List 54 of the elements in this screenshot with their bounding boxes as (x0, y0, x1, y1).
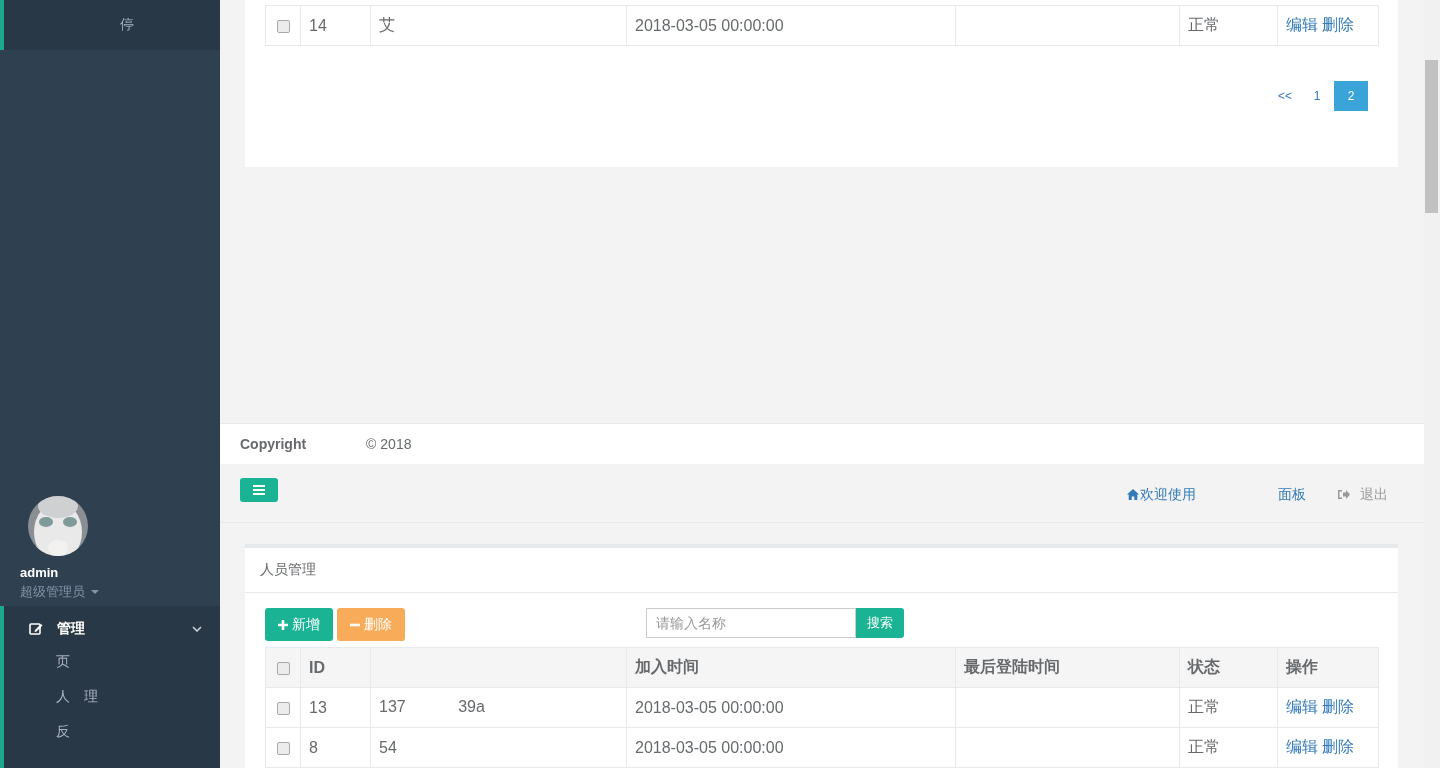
action-link[interactable]: 编辑 (1286, 738, 1318, 755)
user-name: admin (20, 565, 59, 581)
home-icon (1127, 489, 1139, 501)
table-cell: 正常 (1188, 738, 1220, 755)
action-link[interactable]: 删除 (1322, 698, 1354, 715)
panel-title: 人员管理 (260, 561, 316, 579)
chevron-icon (192, 626, 202, 632)
plus-icon (278, 619, 288, 630)
caret-icon (91, 590, 99, 594)
table-cell: 54 (379, 738, 397, 756)
sidebar-item[interactable]: 停 (0, 0, 220, 50)
table-cell: 2018-03-05 00:00:00 (635, 698, 784, 716)
table-cell: 137 39a (379, 698, 485, 715)
table-cell: 2018-03-05 00:00:00 (635, 16, 784, 34)
add-button[interactable]: 新增 (265, 608, 333, 641)
copyright-year: © 2018 (366, 436, 412, 452)
table-cell: 8 (309, 738, 318, 756)
search-field[interactable]: 请输入名称 (646, 608, 856, 638)
column-header: ID (309, 658, 325, 676)
table-cell: 正常 (1188, 698, 1220, 715)
action-link[interactable]: 删除 (1322, 16, 1354, 33)
copyright-text: Copyright (240, 436, 307, 452)
column-header: 操作 (1286, 658, 1318, 675)
menu-button[interactable] (240, 477, 278, 502)
column-header: 加入时间 (635, 658, 699, 675)
column-header: 最后登陆时间 (964, 658, 1060, 675)
logout-link[interactable]: 退出 (1338, 485, 1388, 504)
action-link[interactable]: 编辑 (1286, 16, 1318, 33)
search-button[interactable]: 搜索 (856, 608, 904, 638)
checkbox[interactable] (276, 741, 290, 755)
welcome-link[interactable]: 欢迎使用 面板 (1127, 485, 1306, 504)
sign-out-icon (1338, 489, 1350, 501)
edit-icon (29, 622, 43, 636)
menu-subitem[interactable]: 反 (4, 714, 70, 749)
menu-icon (253, 484, 265, 495)
table-cell: 正常 (1188, 16, 1220, 33)
page-link[interactable]: << (1270, 81, 1300, 111)
table-cell: 艾 (379, 16, 395, 33)
table-cell: 13 (309, 698, 327, 716)
page-link[interactable]: 2 (1334, 81, 1368, 111)
menu-subitem[interactable]: 人 理 (4, 679, 98, 714)
checkbox[interactable] (276, 661, 290, 675)
checkbox[interactable] (276, 19, 290, 33)
action-link[interactable]: 编辑 (1286, 698, 1318, 715)
table-cell: 14 (309, 16, 327, 34)
scrollbar-thumb[interactable] (1425, 60, 1438, 213)
checkbox[interactable] (276, 701, 290, 715)
menu-subitem[interactable]: 页 (4, 644, 70, 679)
table-cell: 2018-03-05 00:00:00 (635, 738, 784, 756)
page-link[interactable]: 1 (1302, 81, 1332, 111)
menu-item[interactable]: 管理 (4, 618, 220, 640)
role-dropdown[interactable]: 超级管理员 (20, 583, 99, 601)
column-header: 状态 (1188, 658, 1220, 675)
action-link[interactable]: 删除 (1322, 738, 1354, 755)
